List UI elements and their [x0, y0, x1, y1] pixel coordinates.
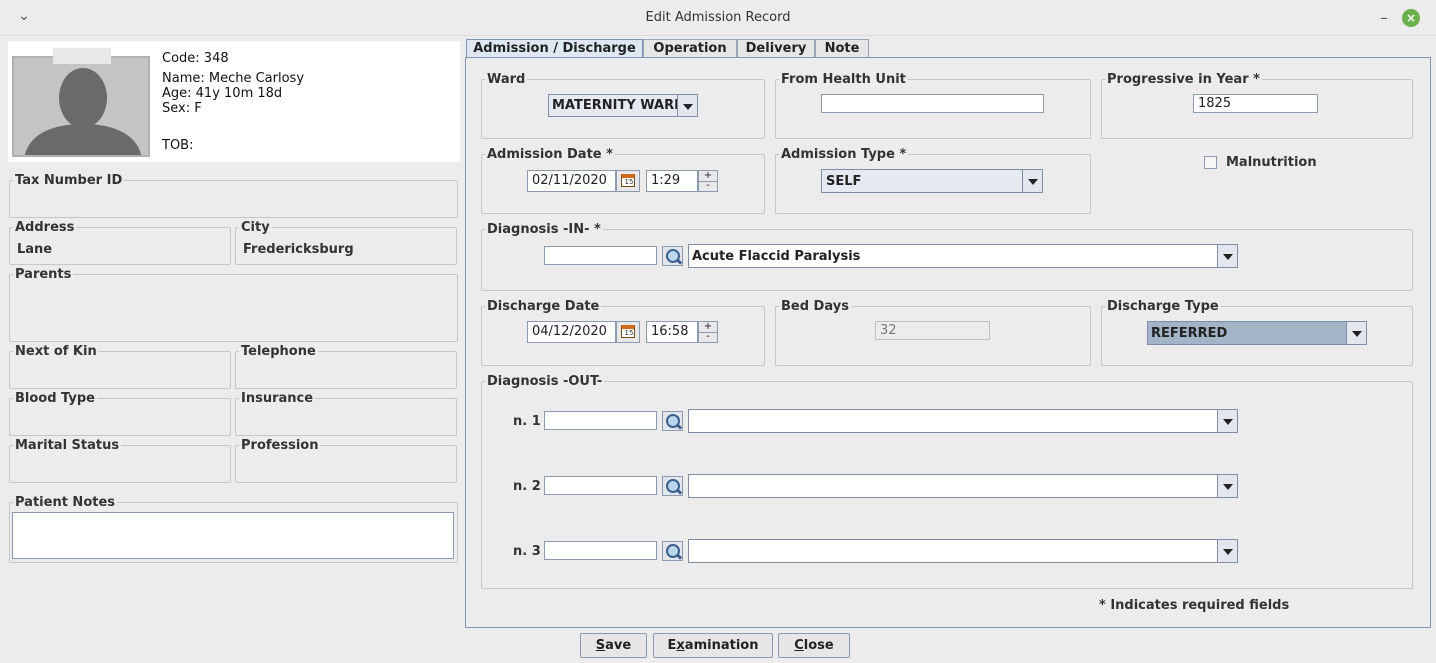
diagnosis-in-arrow-icon[interactable] [1217, 245, 1237, 267]
discharge-date-input[interactable]: 04/12/2020 [527, 321, 616, 343]
next-of-kin-label: Next of Kin [13, 344, 99, 359]
patient-name: Name: Meche Carlosy [162, 71, 305, 86]
save-button[interactable]: Save [580, 633, 647, 658]
admission-time-spinner[interactable]: + - [698, 170, 718, 192]
progressive-in-year-label: Progressive in Year * [1105, 72, 1262, 87]
malnutrition-checkbox[interactable] [1204, 156, 1217, 169]
admission-type-select[interactable]: SELF [821, 169, 1043, 193]
discharge-type-value: REFERRED [1151, 326, 1228, 341]
patient-tob: TOB: [162, 138, 194, 153]
admission-type-label: Admission Type * [779, 147, 909, 162]
parents-label: Parents [13, 267, 74, 282]
calendar-icon: 15 [621, 325, 635, 338]
diagnosis-in-code-input[interactable] [544, 246, 657, 265]
diagnosis-out-1-label: n. 1 [513, 414, 541, 429]
patient-sex: Sex: F [162, 101, 202, 116]
patient-age: Age: 41y 10m 18d [162, 86, 283, 101]
address-value: Lane [17, 242, 53, 257]
diagnosis-out-3-arrow-icon[interactable] [1217, 540, 1237, 562]
patient-photo-placeholder-icon [12, 56, 150, 157]
discharge-date-picker-button[interactable]: 15 [616, 321, 640, 343]
ward-select[interactable]: MATERNITY WARD [548, 94, 698, 117]
discharge-type-label: Discharge Type [1105, 299, 1221, 314]
bed-days-value: 32 [875, 321, 990, 340]
tax-number-label: Tax Number ID [13, 173, 125, 188]
progressive-in-year-input[interactable]: 1825 [1193, 94, 1318, 113]
diagnosis-out-2-label: n. 2 [513, 479, 541, 494]
ward-label: Ward [485, 72, 528, 87]
discharge-date-label: Discharge Date [485, 299, 602, 314]
examination-button[interactable]: Examination [653, 633, 773, 658]
patient-code: Code: 348 [162, 51, 229, 66]
diagnosis-out-2-select[interactable] [688, 474, 1238, 498]
tab-note[interactable]: Note [815, 39, 869, 58]
blood-type-label: Blood Type [13, 391, 97, 406]
admission-date-label: Admission Date * [485, 147, 615, 162]
discharge-type-arrow-icon[interactable] [1346, 322, 1366, 344]
close-button[interactable]: Close [778, 633, 850, 658]
window-title: Edit Admission Record [645, 10, 791, 25]
city-label: City [239, 220, 272, 235]
profession-label: Profession [239, 438, 321, 453]
patient-notes-textarea[interactable] [12, 512, 454, 559]
required-fields-note: * Indicates required fields [1099, 598, 1290, 613]
ward-select-arrow-icon[interactable] [677, 95, 697, 116]
diagnosis-in-select[interactable]: Acute Flaccid Paralysis [688, 244, 1238, 268]
from-health-unit-input[interactable] [821, 94, 1044, 113]
admission-type-value: SELF [826, 174, 862, 189]
patient-notes-label: Patient Notes [13, 495, 118, 510]
diagnosis-out-2-code-input[interactable] [544, 476, 657, 495]
diagnosis-out-3-search-button[interactable] [662, 541, 683, 561]
admission-time-input[interactable]: 1:29 [646, 170, 698, 192]
diagnosis-out-1-search-button[interactable] [662, 411, 683, 431]
discharge-type-select[interactable]: REFERRED [1147, 321, 1367, 345]
bed-days-label: Bed Days [779, 299, 851, 314]
diagnosis-in-value: Acute Flaccid Paralysis [692, 249, 861, 264]
diagnosis-in-search-button[interactable] [662, 246, 683, 266]
photo-tape-decoration [53, 48, 111, 64]
diagnosis-out-label: Diagnosis -OUT- [485, 374, 605, 389]
malnutrition-label: Malnutrition [1226, 155, 1317, 170]
tab-admission-discharge[interactable]: Admission / Discharge [466, 39, 643, 58]
admission-date-picker-button[interactable]: 15 [616, 170, 640, 192]
discharge-time-input[interactable]: 16:58 [646, 321, 698, 343]
minimize-icon[interactable]: – [1372, 6, 1396, 30]
diagnosis-out-3-code-input[interactable] [544, 541, 657, 560]
ward-select-value: MATERNITY WARD [552, 98, 685, 113]
parents-group [9, 274, 458, 342]
from-health-unit-label: From Health Unit [779, 72, 908, 87]
spin-down-icon[interactable]: - [699, 332, 717, 342]
address-label: Address [13, 220, 77, 235]
diagnosis-out-1-arrow-icon[interactable] [1217, 410, 1237, 432]
insurance-label: Insurance [239, 391, 316, 406]
diagnosis-out-3-label: n. 3 [513, 544, 541, 559]
diagnosis-out-3-select[interactable] [688, 539, 1238, 563]
diagnosis-in-label: Diagnosis -IN- * [485, 222, 603, 237]
admission-type-arrow-icon[interactable] [1022, 170, 1042, 192]
marital-status-label: Marital Status [13, 438, 122, 453]
diagnosis-out-2-arrow-icon[interactable] [1217, 475, 1237, 497]
close-window-icon[interactable]: × [1402, 9, 1420, 27]
discharge-time-spinner[interactable]: + - [698, 321, 718, 343]
diagnosis-out-2-search-button[interactable] [662, 476, 683, 496]
tab-operation[interactable]: Operation [643, 39, 737, 58]
calendar-icon: 15 [621, 174, 635, 187]
admission-date-input[interactable]: 02/11/2020 [527, 170, 616, 192]
diagnosis-out-1-code-input[interactable] [544, 411, 657, 430]
diagnosis-out-1-select[interactable] [688, 409, 1238, 433]
city-value: Fredericksburg [243, 242, 354, 257]
tab-delivery[interactable]: Delivery [737, 39, 815, 58]
spin-down-icon[interactable]: - [699, 181, 717, 191]
telephone-label: Telephone [239, 344, 318, 359]
